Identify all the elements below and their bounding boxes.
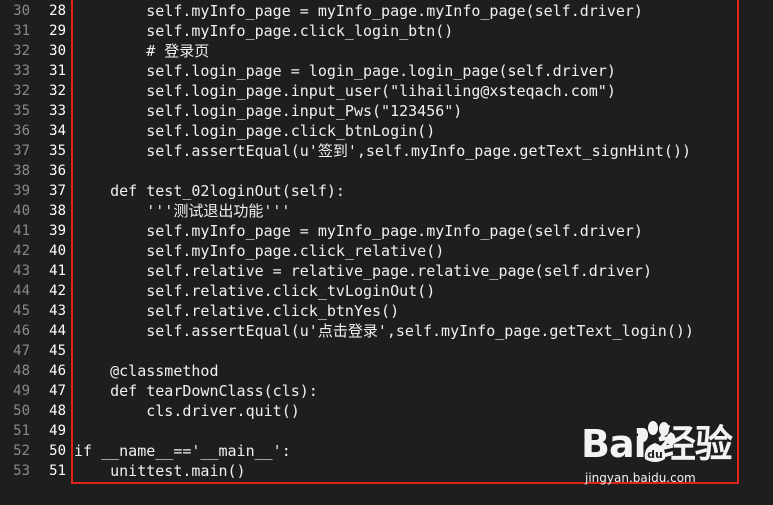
code-line[interactable]: 40 38 '''测试退出功能''' <box>0 201 773 221</box>
inner-line-number: 41 <box>49 263 66 279</box>
code-line[interactable]: 45 43 self.relative.click_btnYes() <box>0 301 773 321</box>
outer-line-number: 53 <box>13 463 30 479</box>
inner-line-number: 43 <box>49 303 66 319</box>
code-line[interactable]: 44 42 self.relative.click_tvLoginOut() <box>0 281 773 301</box>
code-text: self.assertEqual(u'点击登录',self.myInfo_pag… <box>74 322 694 340</box>
code-line[interactable]: 49 47 def tearDownClass(cls): <box>0 381 773 401</box>
inner-line-number: 46 <box>49 363 66 379</box>
code-text: self.relative = relative_page.relative_p… <box>74 262 652 280</box>
code-text: self.myInfo_page = myInfo_page.myInfo_pa… <box>74 222 643 240</box>
code-line[interactable]: 32 30 # 登录页 <box>0 41 773 61</box>
outer-line-number: 37 <box>13 143 30 159</box>
code-text: def tearDownClass(cls): <box>74 382 318 400</box>
code-line[interactable]: 42 40 self.myInfo_page.click_relative() <box>0 241 773 261</box>
code-line[interactable]: 38 36 <box>0 161 773 181</box>
code-text: self.login_page = login_page.login_page(… <box>74 62 616 80</box>
baidu-jingyan-watermark: Bai 经验 du jingyan.baidu.com <box>581 421 733 491</box>
outer-line-number: 30 <box>13 3 30 19</box>
outer-line-number: 48 <box>13 363 30 379</box>
code-line[interactable]: 43 41 self.relative = relative_page.relat… <box>0 261 773 281</box>
inner-line-number: 28 <box>49 3 66 19</box>
baidu-paw-icon: du <box>638 421 676 462</box>
inner-line-number: 48 <box>49 403 66 419</box>
outer-line-number: 51 <box>13 423 30 439</box>
outer-line-number: 52 <box>13 443 30 459</box>
code-line[interactable]: 31 29 self.myInfo_page.click_login_btn() <box>0 21 773 41</box>
inner-line-number: 45 <box>49 343 66 359</box>
outer-line-number: 32 <box>13 43 30 59</box>
code-line[interactable]: 47 45 <box>0 341 773 361</box>
code-text: if __name__=='__main__': <box>74 442 291 460</box>
inner-line-number: 49 <box>49 423 66 439</box>
outer-line-number: 46 <box>13 323 30 339</box>
code-text: self.myInfo_page = myInfo_page.myInfo_pa… <box>74 2 643 20</box>
code-text: self.relative.click_tvLoginOut() <box>74 282 436 300</box>
code-line[interactable]: 37 35 self.assertEqual(u'签到',self.myInfo_… <box>0 141 773 161</box>
svg-text:du: du <box>647 448 663 461</box>
outer-line-number: 32 <box>13 83 30 99</box>
inner-line-number: 39 <box>49 223 66 239</box>
inner-line-number: 51 <box>49 463 66 479</box>
outer-line-number: 35 <box>13 103 30 119</box>
watermark-url: jingyan.baidu.com <box>585 471 696 485</box>
outer-line-number: 38 <box>13 163 30 179</box>
code-editor[interactable]: 30 28 self.myInfo_page = myInfo_page.myIn… <box>0 0 773 505</box>
outer-line-number: 40 <box>13 203 30 219</box>
code-line[interactable]: 48 46 @classmethod <box>0 361 773 381</box>
code-text: self.login_page.input_user("lihailing@xs… <box>74 82 616 100</box>
outer-line-number: 41 <box>13 223 30 239</box>
code-text: self.login_page.click_btnLogin() <box>74 122 436 140</box>
code-line[interactable]: 35 33 self.login_page.input_Pws("123456") <box>0 101 773 121</box>
code-line[interactable]: 39 37 def test_02loginOut(self): <box>0 181 773 201</box>
inner-line-number: 40 <box>49 243 66 259</box>
inner-line-number: 50 <box>49 443 66 459</box>
inner-line-number: 44 <box>49 323 66 339</box>
inner-line-number: 34 <box>49 123 66 139</box>
code-text: '''测试退出功能''' <box>74 202 291 220</box>
outer-line-number: 49 <box>13 383 30 399</box>
code-line[interactable]: 36 34 self.login_page.click_btnLogin() <box>0 121 773 141</box>
outer-line-number: 43 <box>13 263 30 279</box>
inner-line-number: 32 <box>49 83 66 99</box>
outer-line-number: 47 <box>13 343 30 359</box>
inner-line-number: 37 <box>49 183 66 199</box>
code-text: self.assertEqual(u'签到',self.myInfo_page.… <box>74 142 691 160</box>
outer-line-number: 39 <box>13 183 30 199</box>
code-text: def test_02loginOut(self): <box>74 182 345 200</box>
code-line[interactable]: 50 48 cls.driver.quit() <box>0 401 773 421</box>
inner-line-number: 35 <box>49 143 66 159</box>
inner-line-number: 31 <box>49 63 66 79</box>
code-text: @classmethod <box>74 362 219 380</box>
code-text: unittest.main() <box>74 462 246 480</box>
code-line[interactable]: 41 39 self.myInfo_page = myInfo_page.myIn… <box>0 221 773 241</box>
code-text: self.relative.click_btnYes() <box>74 302 400 320</box>
outer-line-number: 33 <box>13 63 30 79</box>
outer-line-number: 36 <box>13 123 30 139</box>
code-line[interactable]: 32 32 self.login_page.input_user("lihaili… <box>0 81 773 101</box>
inner-line-number: 38 <box>49 203 66 219</box>
outer-line-number: 50 <box>13 403 30 419</box>
inner-line-number: 33 <box>49 103 66 119</box>
code-text: self.login_page.input_Pws("123456") <box>74 102 463 120</box>
code-text: self.myInfo_page.click_relative() <box>74 242 445 260</box>
outer-line-number: 44 <box>13 283 30 299</box>
inner-line-number: 29 <box>49 23 66 39</box>
code-line[interactable]: 46 44 self.assertEqual(u'点击登录',self.myInf… <box>0 321 773 341</box>
outer-line-number: 42 <box>13 243 30 259</box>
inner-line-number: 36 <box>49 163 66 179</box>
inner-line-number: 42 <box>49 283 66 299</box>
inner-line-number: 47 <box>49 383 66 399</box>
outer-line-number: 31 <box>13 23 30 39</box>
code-text: cls.driver.quit() <box>74 402 300 420</box>
outer-line-number: 45 <box>13 303 30 319</box>
code-line[interactable]: 33 31 self.login_page = login_page.login_… <box>0 61 773 81</box>
code-text: self.myInfo_page.click_login_btn() <box>74 22 454 40</box>
code-line[interactable]: 30 28 self.myInfo_page = myInfo_page.myIn… <box>0 1 773 21</box>
code-text: # 登录页 <box>74 42 210 60</box>
inner-line-number: 30 <box>49 43 66 59</box>
